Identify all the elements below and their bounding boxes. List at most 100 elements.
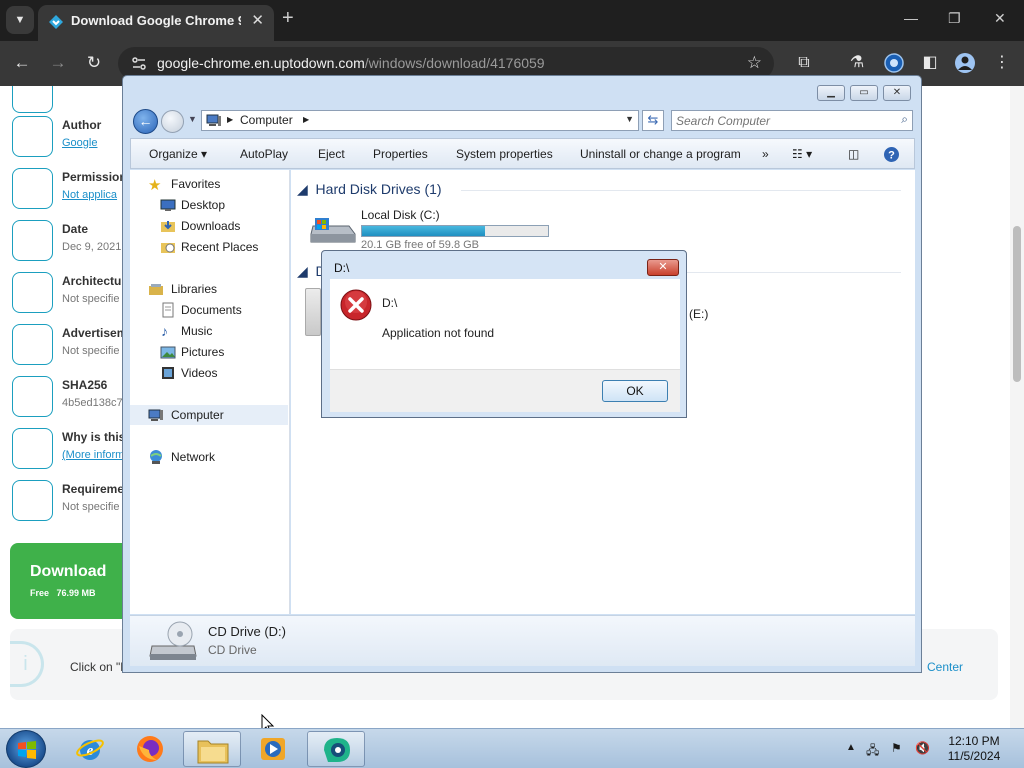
phone-icon bbox=[12, 480, 53, 521]
active-tab[interactable]: Download Google Chrome 96.0 ✕ bbox=[38, 5, 274, 41]
eject-button[interactable]: Eject bbox=[318, 147, 345, 161]
start-button[interactable] bbox=[6, 730, 46, 768]
notice-link[interactable]: Center bbox=[927, 660, 963, 674]
network-tray-icon[interactable]: 🖧 bbox=[866, 741, 879, 762]
drive-c-item[interactable]: Local Disk (C:) 20.1 GB free of 59.8 GB bbox=[309, 208, 549, 251]
tab-title: Download Google Chrome 96.0 bbox=[71, 13, 241, 28]
info-value[interactable]: (More inform bbox=[62, 449, 124, 461]
taskbar-media-player[interactable] bbox=[245, 731, 303, 767]
dialog-close-button[interactable]: ✕ bbox=[647, 259, 679, 276]
info-value[interactable]: Not applica bbox=[62, 189, 117, 201]
documents-icon bbox=[162, 302, 174, 318]
explorer-forward-button[interactable] bbox=[161, 110, 184, 133]
info-label: Requireme bbox=[62, 482, 125, 496]
hdd-group-header[interactable]: ◢ Hard Disk Drives (1) bbox=[297, 181, 442, 198]
breadcrumb[interactable]: Computer bbox=[240, 113, 293, 127]
music-icon: ♪ bbox=[161, 323, 168, 339]
author-icon bbox=[12, 116, 53, 157]
uninstall-program-button[interactable]: Uninstall or change a program bbox=[580, 147, 741, 161]
clock-date: 11/5/2024 bbox=[947, 749, 1001, 763]
taskbar-installer[interactable] bbox=[307, 731, 365, 767]
properties-button[interactable]: Properties bbox=[373, 147, 428, 161]
taskbar-firefox[interactable] bbox=[122, 731, 180, 767]
extension-circle-icon[interactable] bbox=[883, 52, 905, 74]
back-icon[interactable]: ← bbox=[10, 51, 34, 75]
breadcrumb-arrow-icon[interactable]: ▶ bbox=[227, 115, 233, 124]
new-tab-button[interactable]: + bbox=[282, 7, 294, 30]
help-icon[interactable]: ? bbox=[883, 146, 900, 163]
nav-downloads[interactable]: Downloads bbox=[130, 216, 288, 236]
search-input[interactable] bbox=[676, 113, 886, 128]
group-divider bbox=[461, 190, 901, 191]
ok-button[interactable]: OK bbox=[602, 380, 668, 402]
url-text[interactable]: google-chrome.en.uptodown.com/windows/do… bbox=[157, 55, 545, 71]
explorer-address-bar[interactable]: ▶ Computer ▶ ▼ bbox=[201, 110, 639, 131]
taskbar-explorer[interactable] bbox=[183, 731, 241, 767]
profile-avatar-icon[interactable] bbox=[954, 52, 976, 74]
info-value: 4b5ed138c7 bbox=[62, 397, 123, 409]
breadcrumb-arrow-icon[interactable]: ▶ bbox=[303, 115, 309, 124]
show-hidden-icons-button[interactable]: ▲ bbox=[846, 742, 856, 753]
refresh-button[interactable]: ⇆ bbox=[642, 110, 664, 131]
nav-favorites[interactable]: ★ Favorites bbox=[130, 174, 288, 194]
recent-pages-dropdown[interactable]: ▼ bbox=[188, 114, 197, 124]
nav-videos[interactable]: Videos bbox=[130, 363, 288, 383]
preview-pane-icon[interactable]: ◫ bbox=[848, 147, 859, 161]
videos-icon bbox=[162, 367, 174, 379]
nav-libraries[interactable]: Libraries bbox=[130, 279, 288, 299]
bookmark-star-icon[interactable]: ☆ bbox=[747, 53, 762, 73]
info-value[interactable]: Google bbox=[62, 137, 97, 149]
explorer-search[interactable]: ⌕ bbox=[671, 110, 913, 131]
extensions-icon[interactable]: ⧉ bbox=[793, 52, 815, 74]
explorer-maximize-button[interactable]: ▭ bbox=[850, 85, 878, 101]
tab-search-button[interactable]: ▼ bbox=[6, 6, 34, 34]
nav-desktop[interactable]: Desktop bbox=[130, 195, 288, 215]
system-clock[interactable]: 12:10 PM 11/5/2024 bbox=[946, 734, 1002, 764]
nav-recent-places[interactable]: Recent Places bbox=[130, 237, 288, 257]
forward-icon[interactable]: → bbox=[46, 51, 70, 75]
autoplay-button[interactable]: AutoPlay bbox=[240, 147, 288, 161]
tab-strip: ▼ Download Google Chrome 96.0 ✕ + — ❐ ✕ bbox=[0, 0, 1024, 41]
more-commands-button[interactable]: » bbox=[762, 147, 769, 161]
nav-music[interactable]: ♪ Music bbox=[130, 321, 288, 341]
info-icon: i bbox=[10, 641, 44, 687]
restore-button[interactable]: ❐ bbox=[948, 10, 961, 27]
page-scrollbar[interactable] bbox=[1010, 86, 1024, 728]
computer-icon bbox=[148, 409, 163, 421]
cd-drive-item-partial[interactable] bbox=[305, 288, 321, 336]
explorer-close-button[interactable]: ✕ bbox=[883, 85, 911, 101]
organize-menu[interactable]: Organize ▾ bbox=[149, 147, 207, 161]
scrollbar-thumb[interactable] bbox=[1013, 226, 1021, 382]
nav-computer[interactable]: Computer bbox=[130, 405, 288, 425]
system-properties-button[interactable]: System properties bbox=[456, 147, 553, 161]
explorer-back-button[interactable]: ← bbox=[133, 109, 158, 134]
labs-flask-icon[interactable]: ⚗ bbox=[846, 52, 868, 74]
nav-network[interactable]: Network bbox=[130, 447, 288, 467]
star-icon: ★ bbox=[148, 177, 162, 194]
downloads-folder-icon bbox=[161, 221, 175, 232]
volume-muted-icon[interactable]: 🔇 bbox=[915, 741, 930, 755]
change-view-icon[interactable]: ☷ ▾ bbox=[792, 147, 812, 161]
explorer-minimize-button[interactable]: ▁ bbox=[817, 85, 845, 101]
reload-icon[interactable]: ↻ bbox=[82, 51, 106, 75]
svg-text:?: ? bbox=[888, 150, 895, 162]
folder-icon bbox=[197, 740, 229, 764]
recent-places-icon bbox=[161, 243, 175, 253]
info-label: Date bbox=[62, 222, 89, 236]
download-button[interactable]: Download Free 76.99 MB bbox=[10, 543, 140, 619]
taskbar-ie[interactable]: e bbox=[62, 731, 120, 767]
calendar-icon bbox=[12, 220, 53, 261]
action-center-flag-icon[interactable]: ⚑ bbox=[891, 741, 902, 755]
nav-pictures[interactable]: Pictures bbox=[130, 342, 288, 362]
tab-close-icon[interactable]: ✕ bbox=[251, 11, 264, 29]
menu-kebab-icon[interactable]: ⋮ bbox=[991, 52, 1013, 74]
side-panel-icon[interactable]: ◧ bbox=[919, 52, 941, 74]
site-info-icon[interactable] bbox=[130, 55, 148, 73]
address-dropdown-icon[interactable]: ▼ bbox=[625, 114, 634, 124]
info-value: Dec 9, 2021 bbox=[62, 241, 122, 253]
search-icon[interactable]: ⌕ bbox=[901, 112, 908, 127]
nav-documents[interactable]: Documents bbox=[130, 300, 288, 320]
minimize-button[interactable]: — bbox=[904, 10, 918, 26]
close-window-button[interactable]: ✕ bbox=[994, 10, 1006, 27]
dialog-path: D:\ bbox=[382, 296, 398, 310]
